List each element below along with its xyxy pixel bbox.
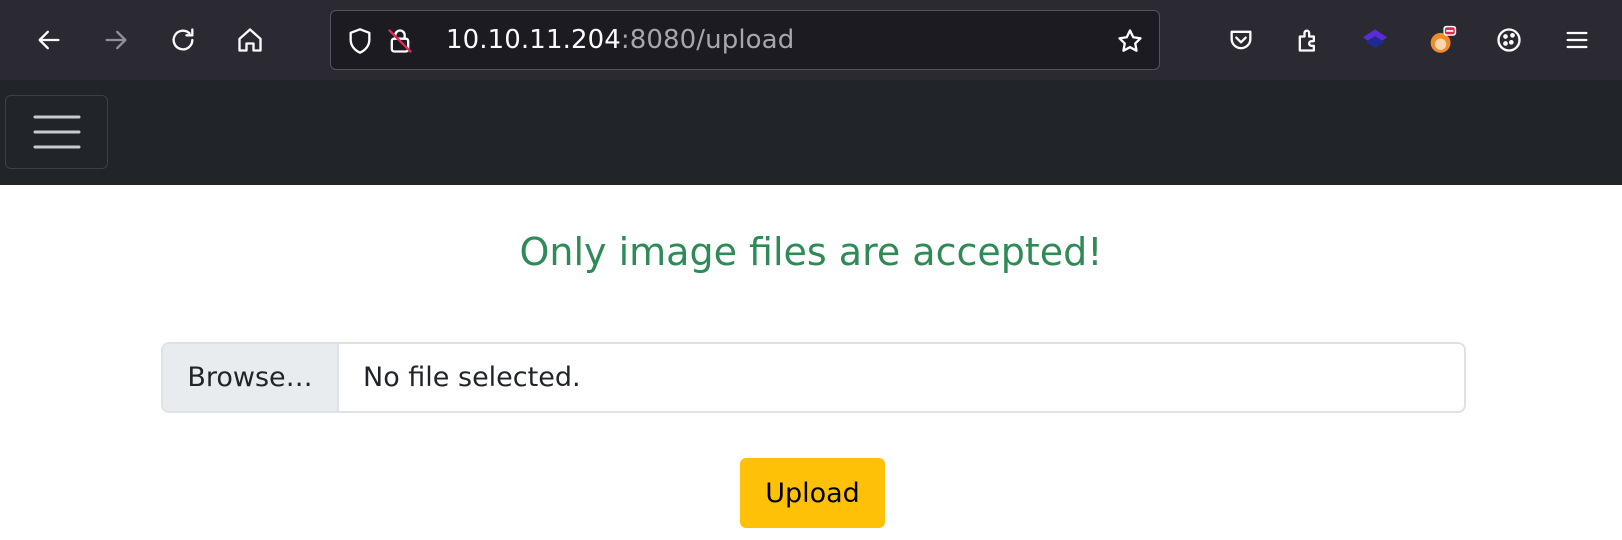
arrow-left-icon [38, 30, 60, 50]
star-icon[interactable] [1115, 26, 1145, 56]
upload-button[interactable]: Upload [740, 458, 885, 528]
navbar-toggler-button[interactable] [5, 95, 108, 169]
browse-button[interactable]: Browse… [163, 344, 339, 411]
file-input[interactable]: Browse… No file selected. [161, 342, 1466, 413]
pocket-icon[interactable] [1221, 20, 1261, 60]
hamburger-menu-icon[interactable] [1557, 20, 1597, 60]
url-text: 10.10.11.204:8080/upload [446, 11, 794, 69]
accepted-files-message: Only image files are accepted! [519, 230, 1103, 274]
file-status-text: No file selected. [363, 362, 581, 393]
address-bar[interactable]: 10.10.11.204:8080/upload [330, 10, 1160, 70]
cookie-icon[interactable] [1489, 20, 1529, 60]
app-navbar [0, 80, 1622, 185]
upload-page: Only image files are accepted! Browse… N… [0, 185, 1622, 540]
shield-icon[interactable] [345, 26, 375, 56]
foxyproxy-icon[interactable] [1422, 20, 1462, 60]
hamburger-menu-icon [33, 115, 80, 149]
puzzle-icon[interactable] [1288, 20, 1328, 60]
home-button[interactable] [227, 17, 273, 63]
url-host: 10.10.11.204 [446, 25, 621, 55]
reload-button[interactable] [160, 17, 206, 63]
layers-icon[interactable] [1355, 20, 1395, 60]
browser-toolbar: 10.10.11.204:8080/upload [0, 0, 1622, 80]
forward-button[interactable] [93, 17, 139, 63]
url-path: :8080/upload [620, 25, 795, 55]
reload-icon [172, 28, 194, 51]
home-icon [238, 28, 262, 52]
insecure-lock-icon[interactable] [385, 26, 415, 56]
arrow-right-icon [105, 30, 127, 50]
back-button[interactable] [26, 17, 72, 63]
